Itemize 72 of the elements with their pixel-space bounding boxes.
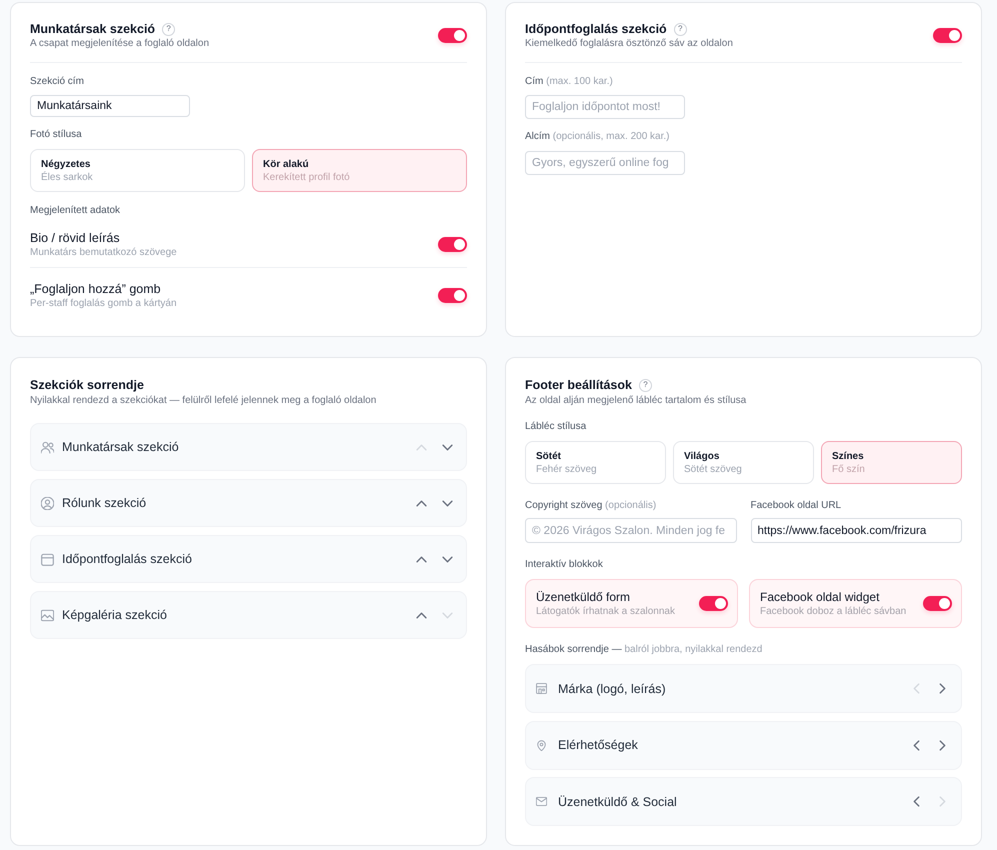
chevron-up-icon bbox=[416, 612, 426, 618]
chevron-left-icon bbox=[912, 796, 920, 807]
toggle-switch[interactable] bbox=[933, 28, 962, 43]
section-title: Munkatársak szekció bbox=[30, 21, 156, 37]
image-icon bbox=[41, 608, 54, 622]
column-name: Elérhetőségek bbox=[558, 738, 639, 752]
section-description: A csapat megjelenítése a foglaló oldalon bbox=[30, 37, 210, 50]
section-description: Kiemelkedő foglalásra ösztönző sáv az oldalon bbox=[525, 37, 733, 50]
chevron-down-icon bbox=[442, 556, 452, 562]
chevron-right-icon bbox=[938, 683, 946, 694]
style-option[interactable]: Kör alakú Kerekített profil fotó bbox=[252, 149, 467, 192]
setting-description: Per-staff foglalás gomb a kártyán bbox=[30, 297, 177, 310]
text-input[interactable]: Munkatársaink bbox=[30, 95, 190, 117]
chevron-down-icon bbox=[442, 444, 452, 450]
section-title: Szekciók sorrendje bbox=[30, 377, 145, 393]
feature-description: Facebook doboz a lábléc sávban bbox=[760, 604, 906, 618]
chevron-right-icon bbox=[938, 796, 946, 807]
field-label: Alcím (opcionális, max. 200 kar.) bbox=[525, 131, 670, 143]
field-label: Interaktív blokkok bbox=[525, 559, 604, 571]
toggle-switch[interactable] bbox=[438, 28, 467, 43]
field-label: Szekció cím bbox=[30, 76, 85, 88]
feature-description: Látogatók írhatnak a szalonnak bbox=[536, 604, 675, 618]
chevron-down-icon bbox=[442, 612, 452, 618]
chevron-left-icon bbox=[912, 740, 920, 750]
field-label: Lábléc stílusa bbox=[525, 421, 588, 433]
field-label: Cím (max. 100 kar.) bbox=[525, 76, 614, 88]
help-icon[interactable]: ? bbox=[638, 378, 652, 392]
toggle-switch[interactable] bbox=[438, 288, 467, 303]
calendar-icon bbox=[41, 552, 54, 566]
setting-title: „Foglaljon hozzá” gomb bbox=[30, 281, 162, 297]
section-name: Képgaléria szekció bbox=[62, 608, 168, 622]
style-option[interactable]: Világos Sötét szöveg bbox=[673, 441, 814, 484]
chevron-left-icon bbox=[912, 683, 920, 694]
section-title: Időpontfoglalás szekció bbox=[525, 21, 667, 37]
section-description: Nyilakkal rendezd a szekciókat — felülről lefelé jelennek meg a foglaló oldalon bbox=[30, 394, 378, 407]
field-label: Hasábok sorrendje — balról jobbra, nyilakkal rendezd bbox=[525, 644, 764, 656]
chevron-down-icon bbox=[442, 500, 452, 506]
feature-title: Üzenetküldő form bbox=[536, 590, 632, 604]
text-input[interactable]: Gyors, egyszerű online fog bbox=[525, 151, 685, 175]
field-label: Fotó stílusa bbox=[30, 129, 83, 141]
toggle-switch[interactable] bbox=[699, 596, 728, 611]
field-label: Megjelenített adatok bbox=[30, 205, 122, 217]
chevron-up-icon bbox=[416, 556, 426, 562]
style-option[interactable]: Színes Fő szín bbox=[821, 441, 962, 484]
chevron-right-icon bbox=[938, 740, 946, 750]
column-name: Üzenetküldő & Social bbox=[558, 794, 678, 808]
chevron-up-icon bbox=[416, 444, 426, 450]
chevron-up-icon bbox=[416, 500, 426, 506]
setting-description: Munkatárs bemutatkozó szövege bbox=[30, 246, 177, 259]
column-name: Márka (logó, leírás) bbox=[558, 682, 667, 696]
section-name: Rólunk szekció bbox=[62, 496, 148, 510]
field-label: Copyright szöveg (opcionális) bbox=[525, 500, 658, 512]
feature-title: Facebook oldal widget bbox=[760, 590, 880, 604]
style-option[interactable]: Négyzetes Éles sarkok bbox=[30, 149, 245, 192]
setting-title: Bio / rövid leírás bbox=[30, 230, 121, 246]
store-icon bbox=[536, 683, 547, 694]
field-label: Facebook oldal URL bbox=[750, 500, 842, 512]
envelope-icon bbox=[536, 796, 547, 807]
map-pin-icon bbox=[536, 740, 547, 750]
style-option[interactable]: Sötét Fehér szöveg bbox=[525, 441, 666, 484]
toggle-switch[interactable] bbox=[923, 596, 952, 611]
people-icon bbox=[41, 440, 54, 454]
section-description: Az oldal alján megjelenő lábléc tartalom és stílusa bbox=[525, 394, 748, 407]
toggle-switch[interactable] bbox=[438, 237, 467, 252]
text-input[interactable]: Foglaljon időpontot most! bbox=[525, 95, 685, 119]
section-title: Footer beállítások bbox=[525, 377, 632, 393]
help-icon[interactable]: ? bbox=[674, 22, 687, 36]
text-input[interactable]: © 2026 Virágos Szalon. Minden jog fe bbox=[525, 518, 736, 543]
section-name: Időpontfoglalás szekció bbox=[62, 552, 193, 566]
text-input[interactable]: https://www.facebook.com/frizura bbox=[750, 518, 962, 543]
help-icon[interactable]: ? bbox=[162, 22, 176, 36]
section-name: Munkatársak szekció bbox=[62, 440, 180, 454]
